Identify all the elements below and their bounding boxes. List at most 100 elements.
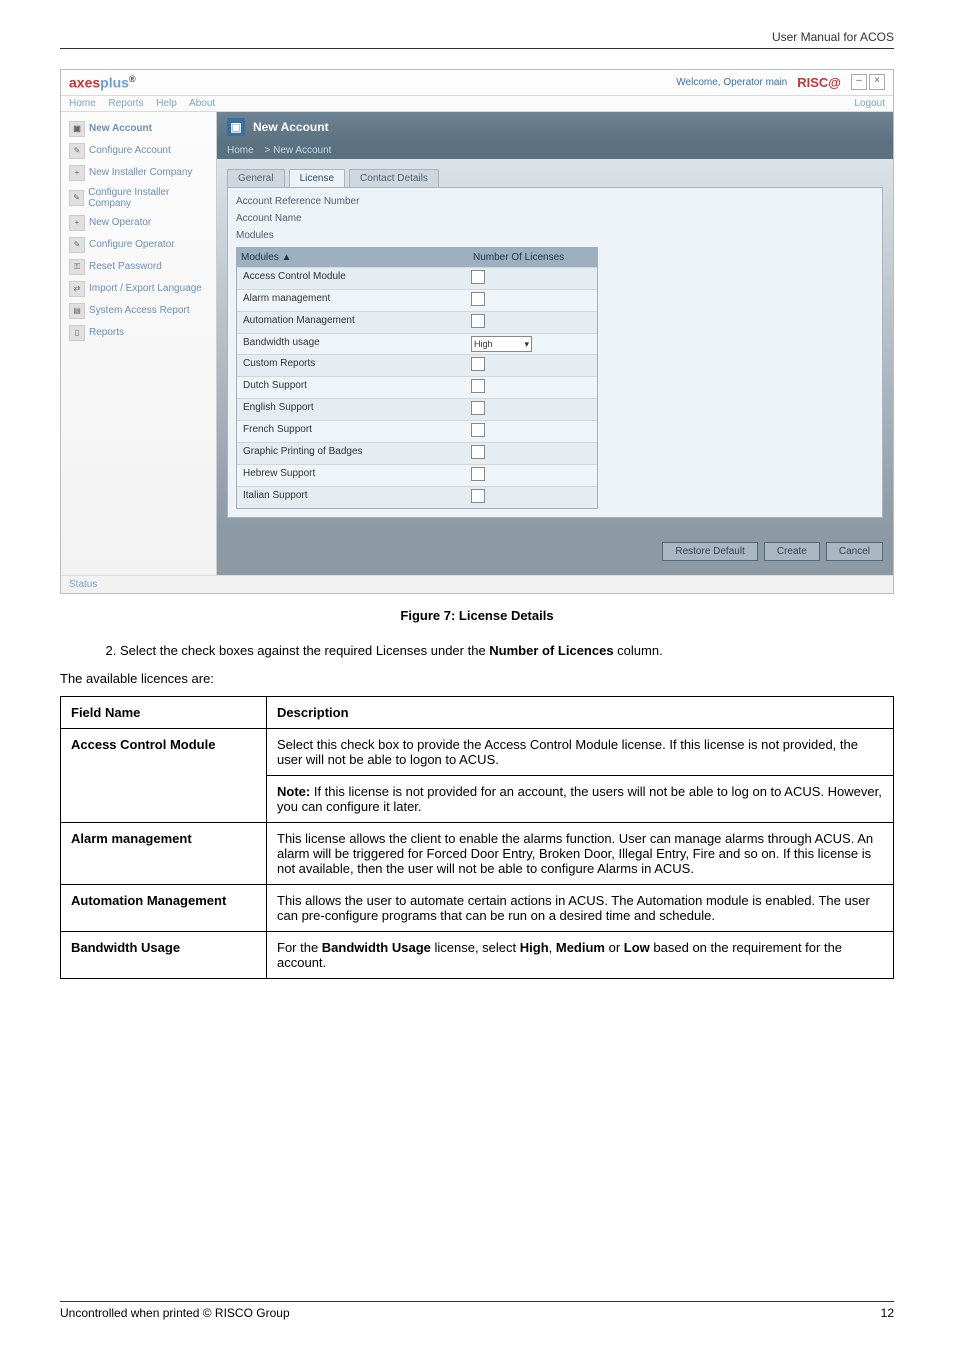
cell-label: Automation Management	[71, 893, 226, 908]
text-bold: Medium	[556, 940, 605, 955]
sidebar-item-label: New Operator	[89, 217, 151, 228]
cell-field-name: Bandwidth Usage	[61, 931, 267, 978]
checkbox-automation-management[interactable]	[471, 314, 485, 328]
plus-icon: +	[69, 215, 85, 231]
text-bold: Low	[624, 940, 650, 955]
sidebar-item-label: Configure Installer Company	[88, 187, 208, 209]
grid-row: Automation Management	[237, 311, 597, 333]
footer-left: Uncontrolled when printed © RISCO Group	[60, 1306, 290, 1320]
sidebar-item-configure-account[interactable]: ✎Configure Account	[67, 140, 210, 162]
account-icon: ▣	[69, 121, 85, 137]
sidebar-item-label: Configure Operator	[89, 239, 175, 250]
cell-module: French Support	[237, 421, 465, 442]
document-icon: ▯	[69, 325, 85, 341]
field-label: Account Name	[236, 213, 366, 224]
sidebar-item-reset-password[interactable]: ⚿Reset Password	[67, 256, 210, 278]
menu-home[interactable]: Home	[69, 98, 96, 109]
cell-label: Access Control Module	[71, 737, 215, 752]
tabs: General License Contact Details	[227, 169, 883, 187]
table-row: Access Control Module Select this check …	[61, 728, 894, 775]
grid-row: English Support	[237, 398, 597, 420]
grid-row: Access Control Module	[237, 267, 597, 289]
checkbox-italian-support[interactable]	[471, 489, 485, 503]
panel-icon: ▣	[227, 118, 245, 136]
breadcrumb-sep: >	[264, 145, 270, 156]
step-list: Select the check boxes against the requi…	[80, 643, 894, 658]
sort-icon: ▲	[282, 252, 292, 263]
menu-logout[interactable]: Logout	[854, 98, 885, 109]
sidebar-item-new-installer-company[interactable]: +New Installer Company	[67, 162, 210, 184]
cell-note: Note: If this license is not provided fo…	[267, 775, 894, 822]
cancel-button[interactable]: Cancel	[826, 542, 883, 561]
checkbox-french-support[interactable]	[471, 423, 485, 437]
step-text: Select the check boxes against the requi…	[120, 643, 489, 658]
breadcrumb-home[interactable]: Home	[227, 145, 254, 156]
checkbox-custom-reports[interactable]	[471, 357, 485, 371]
grid-row: Custom Reports	[237, 354, 597, 376]
grid-row: Italian Support	[237, 486, 597, 508]
checkbox-dutch-support[interactable]	[471, 379, 485, 393]
sidebar-item-label: Configure Account	[89, 145, 171, 156]
sidebar-item-new-account[interactable]: ▣New Account	[67, 118, 210, 140]
step-text: column.	[614, 643, 663, 658]
field-label: Account Reference Number	[236, 196, 366, 207]
sidebar-item-reports[interactable]: ▯Reports	[67, 322, 210, 344]
sidebar-item-configure-installer-company[interactable]: ✎Configure Installer Company	[67, 184, 210, 212]
cell-field-name: Access Control Module	[61, 728, 267, 822]
table-row: Automation Management This allows the us…	[61, 884, 894, 931]
menu-reports[interactable]: Reports	[108, 98, 143, 109]
license-description-table: Field Name Description Access Control Mo…	[60, 696, 894, 979]
grid-row: Graphic Printing of Badges	[237, 442, 597, 464]
risco-logo: RISC@	[797, 75, 841, 90]
cell-module: Access Control Module	[237, 268, 465, 289]
welcome-text: Welcome, Operator main	[676, 77, 787, 88]
app-menubar: Home Reports Help About Logout	[61, 95, 893, 112]
field-account-reference: Account Reference Number	[236, 196, 874, 207]
status-bar: Status	[61, 575, 893, 593]
grid-row: French Support	[237, 420, 597, 442]
text: For the	[277, 940, 322, 955]
cell-module: Alarm management	[237, 290, 465, 311]
cell-description: Select this check box to provide the Acc…	[267, 728, 894, 775]
restore-default-button[interactable]: Restore Default	[662, 542, 757, 561]
step-bold: Number of Licences	[489, 643, 613, 658]
tab-contact-details[interactable]: Contact Details	[349, 169, 439, 187]
page-footer: Uncontrolled when printed © RISCO Group …	[60, 1301, 894, 1320]
cell-field-name: Automation Management	[61, 884, 267, 931]
grid-header-num-licenses[interactable]: Number Of Licenses	[469, 248, 597, 267]
checkbox-hebrew-support[interactable]	[471, 467, 485, 481]
text-bold: Bandwidth Usage	[322, 940, 431, 955]
minimize-button[interactable]: –	[851, 74, 867, 90]
cell-module: English Support	[237, 399, 465, 420]
menu-about[interactable]: About	[189, 98, 215, 109]
dropdown-bandwidth-usage[interactable]: High ▾	[471, 336, 532, 352]
table-row: Alarm management This license allows the…	[61, 822, 894, 884]
tab-general[interactable]: General	[227, 169, 285, 187]
cell-module: Automation Management	[237, 312, 465, 333]
grid-header: Modules ▲ Number Of Licenses	[237, 248, 597, 267]
cell-module: Custom Reports	[237, 355, 465, 376]
checkbox-alarm-management[interactable]	[471, 292, 485, 306]
checkbox-graphic-printing-badges[interactable]	[471, 445, 485, 459]
cell-label: Alarm management	[71, 831, 192, 846]
sidebar-item-import-export-language[interactable]: ⇄Import / Export Language	[67, 278, 210, 300]
sidebar-item-system-access-report[interactable]: ▤System Access Report	[67, 300, 210, 322]
text: ,	[549, 940, 556, 955]
create-button[interactable]: Create	[764, 542, 820, 561]
plus-icon: +	[69, 165, 85, 181]
text-bold: High	[520, 940, 549, 955]
close-button[interactable]: ×	[869, 74, 885, 90]
field-modules: Modules	[236, 230, 874, 241]
sidebar-item-new-operator[interactable]: + New Operator	[67, 212, 210, 234]
tab-license[interactable]: License	[289, 169, 345, 187]
checkbox-access-control[interactable]	[471, 270, 485, 284]
cell-description: This license allows the client to enable…	[267, 822, 894, 884]
checkbox-english-support[interactable]	[471, 401, 485, 415]
sidebar-item-label: Reset Password	[89, 261, 162, 272]
grid-header-modules[interactable]: Modules ▲	[237, 248, 469, 267]
logo-suffix: plus	[100, 75, 129, 91]
menu-help[interactable]: Help	[156, 98, 177, 109]
sidebar-item-configure-operator[interactable]: ✎Configure Operator	[67, 234, 210, 256]
gear-icon: ✎	[69, 190, 84, 206]
window-controls: – ×	[851, 74, 885, 90]
